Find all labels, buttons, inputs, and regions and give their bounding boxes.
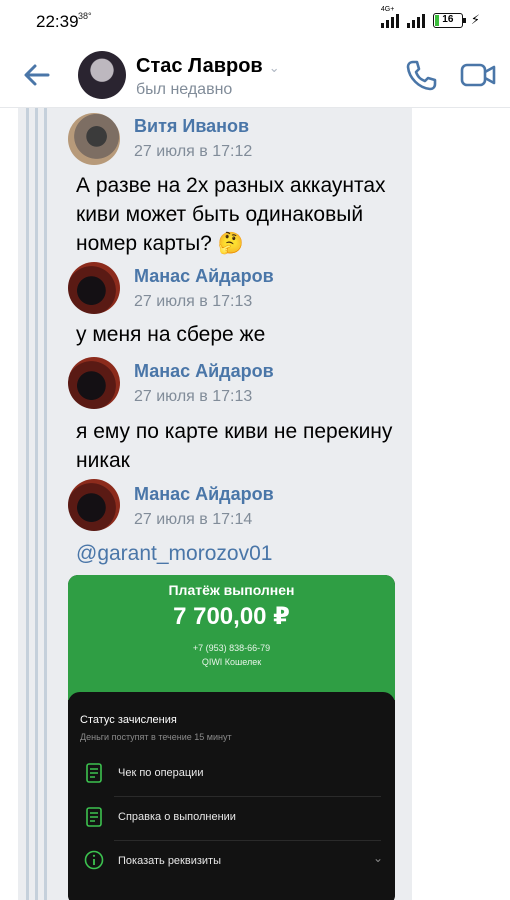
chevron-down-icon: ⌄ xyxy=(268,60,280,75)
message-text: я ему по карте киви не перекину никак xyxy=(76,420,393,472)
receipt-row-label: Показать реквизиты xyxy=(118,855,221,867)
battery-level: 16 xyxy=(442,13,454,25)
phone-call-icon[interactable] xyxy=(404,58,438,92)
receipt-row-certificate: Справка о выполнении xyxy=(68,795,395,839)
status-time: 22:39 xyxy=(36,12,79,31)
chat-name-text: Стас Лавров xyxy=(136,55,263,77)
avatar[interactable] xyxy=(68,479,120,531)
charging-icon: ⚡ xyxy=(470,12,480,27)
receipt-row-check: Чек по операции xyxy=(68,751,395,795)
message-author[interactable]: Манас Айдаров xyxy=(134,266,274,287)
chat-area[interactable]: Витя Иванов 27 июля в 17:12 А разве на 2… xyxy=(0,108,510,900)
receipt-status-subtitle: Деньги поступят в течение 15 минут xyxy=(80,732,232,742)
battery-icon: 16 xyxy=(432,12,466,28)
mention-link[interactable]: @garant_morozov01 xyxy=(76,539,406,568)
receipt-header: Платёж выполнен 7 700,00 ₽ +7 (953) 838-… xyxy=(68,575,395,700)
receipt-row-label: Справка о выполнении xyxy=(118,811,236,823)
signal-icon: 4G+ xyxy=(380,6,399,28)
receipt-title: Платёж выполнен xyxy=(168,582,295,598)
message-time: 27 июля в 17:13 xyxy=(134,388,253,405)
receipt-row-details: Показать реквизиты ⌄ xyxy=(68,839,395,883)
receipt-details-panel: Статус зачисления Деньги поступят в тече… xyxy=(68,692,395,900)
chat-avatar[interactable] xyxy=(78,51,126,99)
chat-title[interactable]: Стас Лавров ⌄ xyxy=(136,55,280,78)
chevron-down-icon: ⌄ xyxy=(372,851,383,865)
receipt-phone: +7 (953) 838-66-79 xyxy=(192,643,271,653)
document-icon xyxy=(86,807,102,827)
forward-indent-lines xyxy=(26,108,47,900)
message-text: у меня на сбере же xyxy=(76,323,266,346)
avatar[interactable] xyxy=(68,113,120,165)
receipt-amount: 7 700,00 ₽ xyxy=(173,603,290,630)
chat-last-seen: был недавно xyxy=(136,81,233,98)
chat-header: Стас Лавров ⌄ был недавно xyxy=(0,44,510,108)
message-time: 27 июля в 17:14 xyxy=(134,511,253,528)
avatar[interactable] xyxy=(68,357,120,409)
receipt-row-label: Чек по операции xyxy=(118,767,204,779)
message-time: 27 июля в 17:12 xyxy=(134,143,253,160)
message-author[interactable]: Манас Айдаров xyxy=(134,361,274,382)
info-icon xyxy=(84,850,104,870)
status-icons: 4G+ 16 ⚡ xyxy=(380,6,480,28)
message-author[interactable]: Витя Иванов xyxy=(134,116,249,137)
receipt-status-title: Статус зачисления xyxy=(80,714,177,726)
document-icon xyxy=(86,763,102,783)
payment-receipt-image[interactable]: Платёж выполнен 7 700,00 ₽ +7 (953) 838-… xyxy=(68,575,395,900)
message-author[interactable]: Манас Айдаров xyxy=(134,484,274,505)
receipt-wallet: QIWI Кошелек xyxy=(201,657,262,667)
back-arrow-icon[interactable] xyxy=(22,60,52,90)
message-text: А разве на 2х разных аккаунтах киви може… xyxy=(76,174,386,255)
message-time: 27 июля в 17:13 xyxy=(134,293,253,310)
video-call-icon[interactable] xyxy=(460,60,496,90)
signal-icon-2 xyxy=(406,12,425,28)
avatar[interactable] xyxy=(68,262,120,314)
status-bar: 22:39 38° 4G+ 16 ⚡ xyxy=(0,0,510,44)
status-temperature: 38° xyxy=(78,11,92,21)
network-type-label: 4G+ xyxy=(380,6,395,13)
